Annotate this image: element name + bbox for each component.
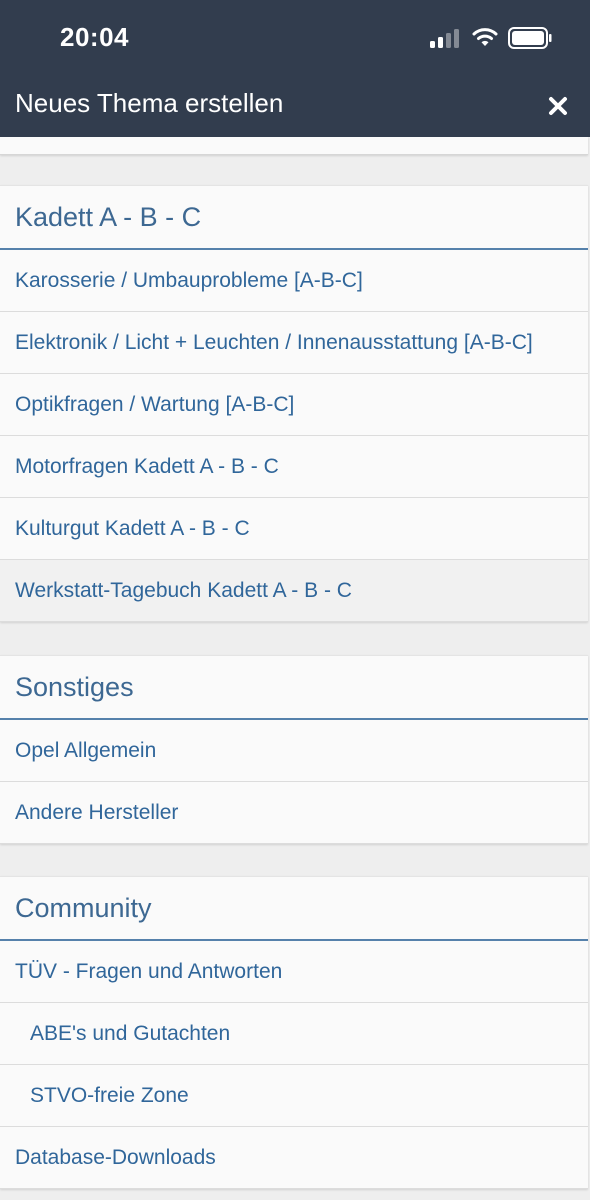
forum-item[interactable]: Opel Allgemein [0,720,588,782]
status-time: 20:04 [60,22,129,52]
wifi-icon [472,28,498,46]
close-icon [549,97,567,115]
page-title: Neues Thema erstellen [15,88,284,118]
section-title: Kadett A - B - C [0,186,588,250]
subforum-item[interactable]: STVO-freie Zone [0,1065,588,1127]
forum-item[interactable]: Motorfragen Kadett A - B - C [0,436,588,498]
section-sonstiges: Sonstiges Opel Allgemein Andere Herstell… [0,655,588,844]
forum-item[interactable]: Andere Hersteller [0,782,588,844]
section-kadett: Kadett A - B - C Karosserie / Umbauprobl… [0,185,588,622]
forum-item[interactable]: Karosserie / Umbauprobleme [A-B-C] [0,250,588,312]
forum-item[interactable]: Database-Downloads [0,1127,588,1189]
status-bar: 20:04 [0,0,590,78]
title-row: Neues Thema erstellen [0,78,590,137]
forum-item[interactable]: TÜV - Fragen und Antworten [0,941,588,1003]
forum-item[interactable]: Elektronik / Licht + Leuchten / Innenaus… [0,312,588,374]
battery-icon [508,27,552,49]
previous-section-tail [0,137,588,155]
app-header: 20:04 Neues Thema erstellen [0,0,590,137]
forum-item-selected[interactable]: Werkstatt-Tagebuch Kadett A - B - C [0,560,588,622]
cellular-signal-icon [430,28,462,48]
section-title: Community [0,877,588,941]
section-title: Sonstiges [0,656,588,720]
forum-item[interactable]: Kulturgut Kadett A - B - C [0,498,588,560]
section-community: Community TÜV - Fragen und Antworten ABE… [0,876,588,1189]
forum-item[interactable]: Optikfragen / Wartung [A-B-C] [0,374,588,436]
subforum-item[interactable]: ABE's und Gutachten [0,1003,588,1065]
close-button[interactable] [540,88,576,124]
forum-list: Kadett A - B - C Karosserie / Umbauprobl… [0,137,590,1200]
